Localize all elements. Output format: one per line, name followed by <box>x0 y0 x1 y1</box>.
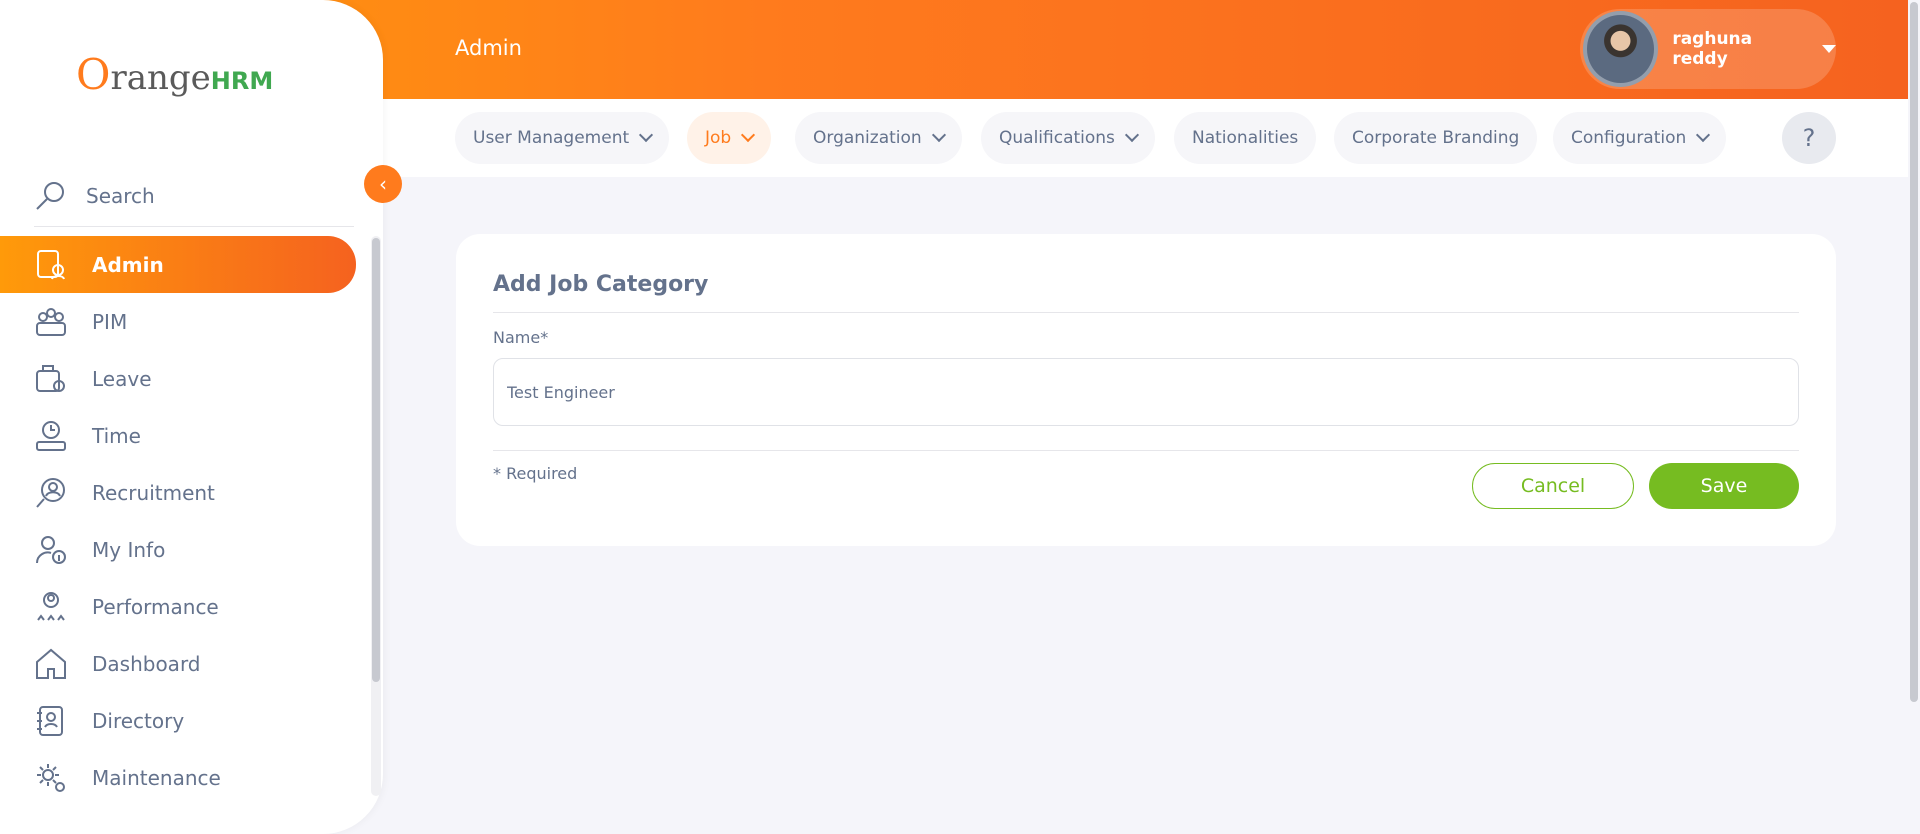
performance-icon <box>34 590 68 624</box>
sidebar-item-label: PIM <box>92 309 128 334</box>
chevron-down-icon <box>741 127 756 143</box>
time-icon <box>34 419 68 453</box>
page-scrollbar-thumb[interactable] <box>1910 2 1918 702</box>
tab-organization[interactable]: Organization <box>795 112 962 164</box>
tab-label: Corporate Branding <box>1352 128 1520 148</box>
recruitment-icon <box>34 476 68 510</box>
add-job-category-card: Add Job Category Name* * Required Cancel… <box>456 234 1836 546</box>
orangehrm-logo[interactable]: OrangeHRM <box>76 50 273 99</box>
cancel-button[interactable]: Cancel <box>1472 463 1634 509</box>
sidebar-item-label: Directory <box>92 708 185 733</box>
tab-user-management[interactable]: User Management <box>455 112 670 164</box>
sidebar-item-label: Time <box>92 423 141 448</box>
sidebar-item-recruitment[interactable]: Recruitment <box>0 464 370 521</box>
sidebar-item-label: Maintenance <box>92 765 221 790</box>
chevron-down-icon <box>931 127 946 143</box>
sidebar-scrollbar-thumb[interactable] <box>372 238 380 682</box>
help-button[interactable]: ? <box>1782 112 1836 164</box>
sidebar-item-time[interactable]: Time <box>0 407 370 464</box>
sidebar-item-leave[interactable]: Leave <box>0 350 370 407</box>
tab-label: Qualifications <box>999 128 1115 148</box>
sidebar-item-label: Performance <box>92 594 219 619</box>
module-title: Admin <box>455 36 522 60</box>
sidebar-item-admin[interactable]: Admin <box>0 236 356 293</box>
tab-qualifications[interactable]: Qualifications <box>981 112 1155 164</box>
tab-label: Nationalities <box>1192 128 1299 148</box>
sidebar-item-label: Admin <box>92 252 164 277</box>
dashboard-icon <box>34 647 68 681</box>
caret-down-icon <box>1822 45 1836 53</box>
chevron-down-icon <box>639 127 654 143</box>
sidebar-item-directory[interactable]: Directory <box>0 692 370 749</box>
maintenance-icon <box>34 761 68 795</box>
sidebar-item-label: Recruitment <box>92 480 215 505</box>
sidebar-item-label: Leave <box>92 366 152 391</box>
chevron-down-icon <box>1696 127 1711 143</box>
user-name: raghuna reddy <box>1672 29 1753 69</box>
tab-job[interactable]: Job <box>687 112 772 164</box>
pim-icon <box>34 305 68 339</box>
name-input[interactable] <box>493 358 1799 426</box>
leave-icon <box>34 362 68 396</box>
search-label: Search <box>86 183 155 208</box>
search-icon <box>34 179 68 213</box>
form-title: Add Job Category <box>493 272 709 297</box>
required-note: * Required <box>493 464 578 483</box>
chevron-left-icon: ‹ <box>379 172 387 196</box>
divider <box>493 450 1799 451</box>
sidebar-item-my-info[interactable]: My Info <box>0 521 370 578</box>
my-info-icon <box>34 533 68 567</box>
sidebar-item-pim[interactable]: PIM <box>0 293 370 350</box>
tab-label: User Management <box>473 128 630 148</box>
chevron-down-icon <box>1124 127 1139 143</box>
divider <box>493 312 1799 313</box>
sidebar-item-label: Dashboard <box>92 651 201 676</box>
save-button[interactable]: Save <box>1649 463 1799 509</box>
avatar <box>1583 11 1659 87</box>
sidebar-search[interactable]: Search <box>34 165 354 227</box>
tab-label: Organization <box>813 128 922 148</box>
main-menu: Admin PIM Leave Time Recruitment My Info… <box>0 236 370 806</box>
sidebar-collapse-button[interactable]: ‹ <box>364 165 402 203</box>
tab-corporate-branding[interactable]: Corporate Branding <box>1334 112 1538 164</box>
tab-label: Job <box>705 128 732 148</box>
sidebar-item-performance[interactable]: Performance <box>0 578 370 635</box>
directory-icon <box>34 704 68 738</box>
user-dropdown[interactable]: raghuna reddy <box>1580 9 1836 89</box>
admin-icon <box>34 248 68 282</box>
sidebar: OrangeHRM Search Admin PIM Leave Time Re… <box>0 0 383 834</box>
name-field-label: Name* <box>493 328 549 347</box>
sidebar-item-label: My Info <box>92 537 166 562</box>
tab-configuration[interactable]: Configuration <box>1553 112 1727 164</box>
tab-label: Configuration <box>1571 128 1687 148</box>
sidebar-item-dashboard[interactable]: Dashboard <box>0 635 370 692</box>
tab-nationalities[interactable]: Nationalities <box>1174 112 1317 164</box>
sidebar-item-maintenance[interactable]: Maintenance <box>0 749 370 806</box>
